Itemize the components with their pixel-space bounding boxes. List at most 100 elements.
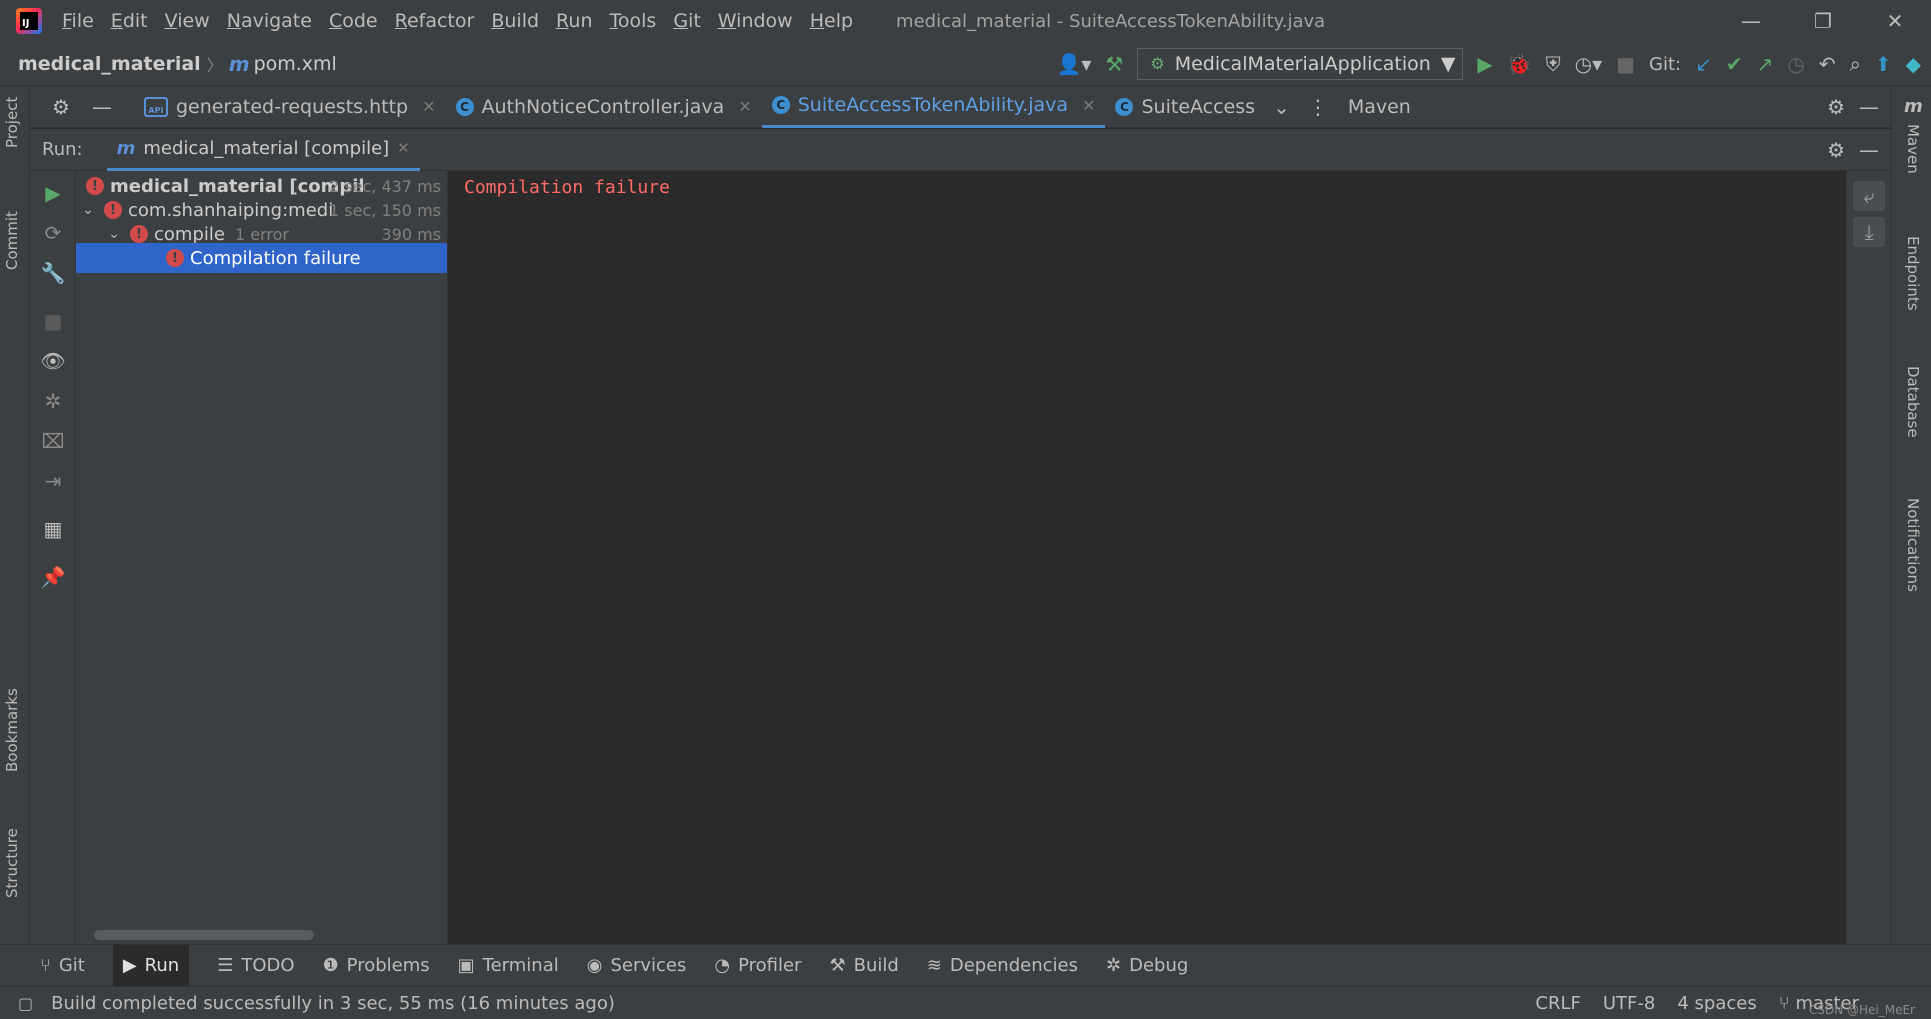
tab-generated-requests[interactable]: API generated-requests.http ✕	[134, 86, 446, 128]
tab-suite-access-token-ability[interactable]: C SuiteAccessTokenAbility.java ✕	[761, 85, 1106, 128]
chevron-down-icon[interactable]: ⌄	[80, 202, 96, 218]
run-hide-icon[interactable]: —	[1859, 140, 1879, 160]
menu-code[interactable]: Code	[329, 10, 378, 32]
menu-help[interactable]: Help	[810, 10, 853, 32]
breadcrumb-project[interactable]: medical_material	[18, 53, 201, 75]
commit-tool-button[interactable]: Commit	[3, 211, 21, 270]
project-tool-button[interactable]: Project	[3, 97, 21, 148]
stop-icon[interactable]: ■	[30, 309, 76, 333]
run-icon[interactable]: ▶	[1477, 54, 1492, 74]
status-message[interactable]: Build completed successfully in 3 sec, 5…	[51, 993, 615, 1014]
profile-icon[interactable]: ◷▾	[1575, 54, 1603, 74]
maven-tool-button[interactable]: Maven	[1904, 124, 1922, 174]
menu-window[interactable]: Window	[718, 10, 793, 32]
endpoints-tool-button[interactable]: Endpoints	[1904, 236, 1922, 311]
run-tab-compile[interactable]: m medical_material [compile] ✕	[106, 129, 420, 171]
chevron-down-icon[interactable]: ⌄	[1273, 97, 1290, 117]
menu-view[interactable]: View	[165, 10, 210, 32]
soft-wrap-icon[interactable]: ⤶	[1853, 181, 1885, 211]
layout-icon[interactable]: ▦	[30, 517, 76, 541]
tool-tab-services[interactable]: ◉ Services	[587, 945, 687, 987]
menu-edit[interactable]: Edit	[111, 10, 148, 32]
restore-icon[interactable]: ❐	[1787, 0, 1859, 42]
tool-tab-debug[interactable]: ✲ Debug	[1106, 945, 1188, 987]
tool-tab-profiler[interactable]: ◔ Profiler	[714, 945, 801, 987]
maven-settings-icon[interactable]: ⚙	[1827, 97, 1845, 117]
search-icon[interactable]: ⌕	[1850, 54, 1861, 74]
menu-git[interactable]: Git	[673, 10, 700, 32]
more-tabs-icon[interactable]: ⋮	[1308, 97, 1328, 117]
menu-refactor[interactable]: Refactor	[395, 10, 475, 32]
build-tree: ! medical_material [compil 2 sec, 437 ms…	[76, 171, 448, 944]
rollback-icon[interactable]: ↶	[1819, 54, 1836, 74]
maven-hide-icon[interactable]: —	[1859, 97, 1879, 117]
breadcrumb-file[interactable]: pom.xml	[254, 53, 337, 75]
title-bar: File Edit View Navigate Code Refactor Bu…	[0, 0, 1931, 42]
tool-tab-git[interactable]: ⑂ Git	[40, 945, 85, 987]
debug-disabled-icon[interactable]: ✲	[30, 389, 76, 413]
build-hammer-icon[interactable]: ⚒	[1105, 54, 1123, 74]
settings-gear-icon[interactable]: ⚙	[52, 97, 70, 117]
wrench-icon[interactable]: 🔧	[30, 261, 76, 285]
close-tab-icon[interactable]: ✕	[422, 97, 435, 116]
exit-icon[interactable]: ⇥	[30, 469, 76, 493]
console-output[interactable]: Compilation failure	[448, 171, 1846, 944]
run-settings-icon[interactable]: ⚙	[1827, 140, 1845, 160]
stop-icon[interactable]: ■	[1616, 54, 1635, 74]
coverage-icon[interactable]: ⛨	[1546, 54, 1561, 74]
git-push-icon[interactable]: ↗	[1757, 54, 1774, 74]
camera-icon[interactable]: ⌧	[30, 429, 76, 453]
line-separator-widget[interactable]: CRLF	[1535, 993, 1580, 1014]
git-update-icon[interactable]: ↙	[1695, 54, 1712, 74]
minimize-icon[interactable]: —	[1715, 0, 1787, 42]
rerun-icon[interactable]: ▶	[30, 181, 76, 205]
menu-build[interactable]: Build	[491, 10, 539, 32]
horizontal-scrollbar[interactable]	[94, 930, 314, 940]
scroll-to-end-icon[interactable]: ⤓	[1853, 217, 1885, 247]
tree-row-time: 2 sec, 437 ms	[329, 176, 441, 196]
intellij-logo-icon	[16, 8, 42, 34]
tool-window-tabs: ⑂ Git ▶ Run ☰ TODO ❶ Problems ▣ Terminal ◉ Ser…	[0, 944, 1931, 987]
menu-tools[interactable]: Tools	[610, 10, 657, 32]
eye-icon[interactable]: 👁	[30, 349, 76, 373]
chevron-down-icon[interactable]: ⌄	[106, 226, 122, 242]
database-tool-button[interactable]: Database	[1904, 366, 1922, 438]
tree-row-compilation-failure[interactable]: ! Compilation failure	[76, 243, 447, 273]
tool-tab-run[interactable]: ▶ Run	[112, 944, 190, 987]
tool-tab-todo[interactable]: ☰ TODO	[217, 945, 294, 987]
tool-tab-terminal[interactable]: ▣ Terminal	[458, 945, 559, 987]
debug-icon[interactable]: 🐞	[1507, 54, 1532, 74]
tab-auth-notice-controller[interactable]: C AuthNoticeController.java ✕	[446, 86, 762, 128]
rerun-failed-icon[interactable]: ⟳	[30, 221, 76, 245]
menu-run[interactable]: Run	[556, 10, 592, 32]
menu-file[interactable]: File	[62, 10, 94, 32]
code-with-me-icon[interactable]: ◆	[1906, 54, 1921, 74]
toggle-tool-windows-icon[interactable]: ▢	[18, 994, 33, 1013]
close-window-icon[interactable]: ✕	[1859, 0, 1931, 42]
encoding-widget[interactable]: UTF-8	[1603, 993, 1655, 1014]
structure-tool-button[interactable]: Structure	[3, 828, 21, 898]
tool-tab-problems[interactable]: ❶ Problems	[323, 945, 430, 987]
run-configuration-select[interactable]: ⚙ MedicalMaterialApplication ▼	[1137, 48, 1464, 80]
indent-widget[interactable]: 4 spaces	[1677, 993, 1756, 1014]
bookmarks-tool-button[interactable]: Bookmarks	[3, 688, 21, 772]
class-icon: C	[455, 97, 474, 116]
notifications-tool-button[interactable]: Notifications	[1904, 498, 1922, 592]
menu-navigate[interactable]: Navigate	[227, 10, 312, 32]
tool-tab-build[interactable]: ⚒ Build	[829, 945, 898, 987]
git-history-icon[interactable]: ◷	[1787, 54, 1804, 74]
close-tab-icon[interactable]: ✕	[1082, 96, 1095, 115]
hide-panel-icon[interactable]: —	[92, 97, 112, 117]
git-label: Git:	[1649, 53, 1682, 75]
git-branch-icon: ⑂	[40, 955, 51, 976]
terminal-icon: ▣	[457, 955, 475, 976]
update-icon[interactable]: ⬆	[1875, 54, 1892, 74]
tool-tab-dependencies[interactable]: ≋ Dependencies	[927, 945, 1078, 987]
tab-suite-access[interactable]: C SuiteAccess	[1105, 86, 1265, 128]
close-tab-icon[interactable]: ✕	[738, 97, 751, 116]
close-tab-icon[interactable]: ✕	[397, 139, 410, 157]
git-commit-icon[interactable]: ✔	[1726, 54, 1743, 74]
add-user-icon[interactable]: 👤▾	[1056, 54, 1091, 74]
tool-tab-label: Build	[853, 955, 899, 976]
pin-icon[interactable]: 📌	[30, 565, 76, 589]
